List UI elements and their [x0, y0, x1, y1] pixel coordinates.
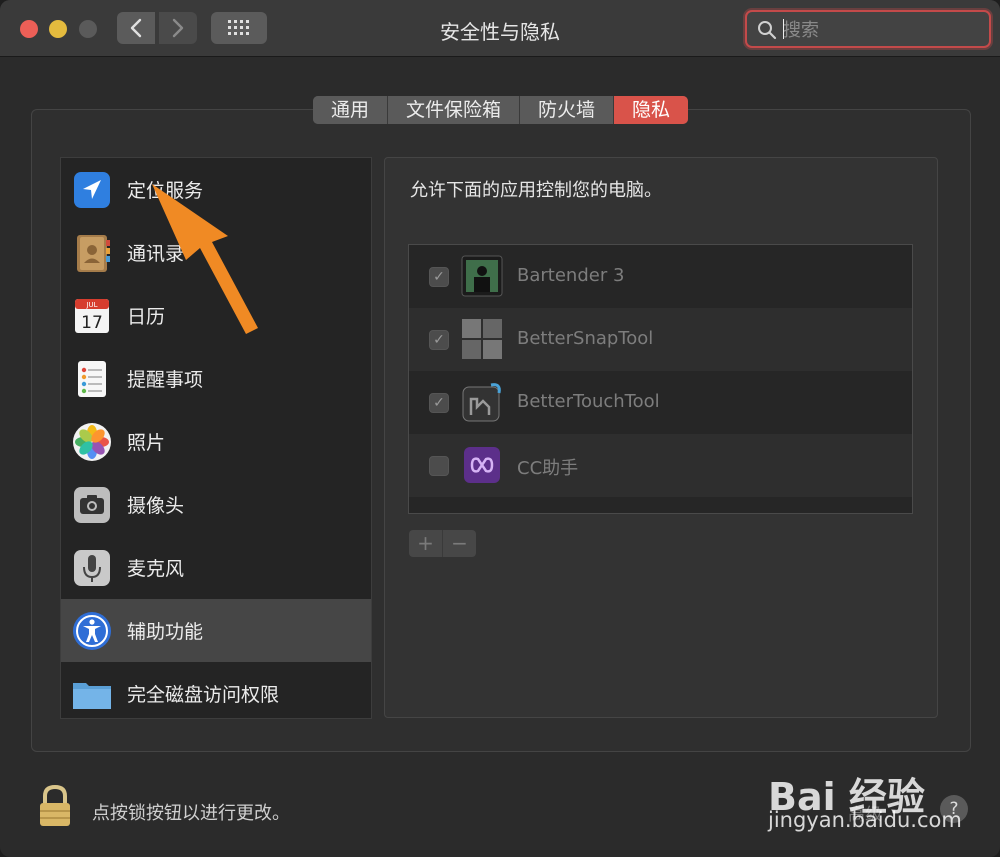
panel-description: 允许下面的应用控制您的电脑。 [410, 180, 662, 201]
sidebar-item-label: 摄像头 [127, 495, 185, 517]
tab-privacy[interactable]: 隐私 [614, 96, 689, 124]
location-arrow-icon [74, 172, 110, 208]
close-window-button[interactable] [20, 20, 38, 38]
tab-firewall[interactable]: 防火墙 [520, 96, 615, 124]
list-item-bettersnaptool[interactable]: ✓ BetterSnapTool [409, 308, 912, 371]
sidebar-item-label: 提醒事项 [127, 369, 204, 391]
app-checkbox[interactable] [429, 456, 449, 476]
show-all-button[interactable] [211, 12, 267, 44]
sidebar-item-label: 辅助功能 [127, 621, 204, 643]
add-remove-buttons: + − [409, 530, 476, 557]
sidebar-item-label: 麦克风 [127, 558, 185, 580]
app-list: ✓ Bartender 3 ✓ BetterSnapTool ✓ BetterT… [408, 244, 913, 514]
remove-app-button[interactable]: − [443, 530, 476, 557]
annotation-arrow-icon [152, 184, 258, 334]
app-checkbox[interactable]: ✓ [429, 267, 449, 287]
app-checkbox[interactable]: ✓ [429, 393, 449, 413]
bettersnaptool-icon [462, 319, 502, 359]
back-button[interactable] [117, 12, 155, 44]
folder-icon [73, 683, 111, 709]
sidebar-item-photos[interactable]: 照片 [61, 410, 371, 473]
list-item-bartender[interactable]: ✓ Bartender 3 [409, 245, 912, 308]
sidebar-item-label: 完全磁盘访问权限 [127, 684, 280, 706]
minimize-window-button[interactable] [49, 20, 67, 38]
sidebar-item-full-disk-access[interactable]: 完全磁盘访问权限 [61, 662, 371, 718]
search-field[interactable] [745, 10, 991, 48]
photos-flower-icon [73, 423, 111, 461]
tab-filevault[interactable]: 文件保险箱 [388, 96, 521, 124]
text-cursor [783, 19, 784, 39]
chevron-right-icon [172, 18, 184, 38]
bettertouchtool-icon [462, 383, 501, 422]
advanced-button[interactable]: 高级 [848, 800, 882, 825]
lock-hint-text: 点按锁按钮以进行更改。 [92, 803, 290, 824]
calendar-icon: JUL 17 [75, 299, 109, 333]
chevron-left-icon [130, 18, 142, 38]
tab-general[interactable]: 通用 [313, 96, 389, 124]
microphone-icon [74, 550, 110, 586]
help-button[interactable]: ? [940, 795, 968, 823]
baidu-jingyan-watermark: Bai 经验 jingyan.baidu.com [768, 748, 1000, 838]
camera-icon [74, 487, 110, 523]
app-name: BetterSnapTool [517, 328, 654, 349]
app-name: Bartender 3 [517, 265, 625, 286]
list-item-cc-helper[interactable]: CC助手 [409, 434, 912, 497]
lock-icon[interactable] [38, 784, 72, 828]
sidebar-item-label: 照片 [127, 432, 166, 454]
sidebar-item-reminders[interactable]: 提醒事项 [61, 347, 371, 410]
title-bar: 安全性与隐私 [0, 0, 1000, 57]
add-app-button[interactable]: + [409, 530, 443, 557]
search-icon [758, 21, 777, 40]
calendar-day-text: 17 [81, 313, 103, 333]
app-name: BetterTouchTool [517, 391, 660, 412]
zoom-window-button[interactable] [79, 20, 97, 38]
accessibility-icon [73, 612, 111, 650]
app-name: CC助手 [517, 458, 579, 479]
tab-bar: 通用 文件保险箱 防火墙 隐私 [313, 96, 689, 124]
grid-icon [228, 20, 249, 35]
search-input[interactable] [781, 16, 980, 44]
sidebar-item-camera[interactable]: 摄像头 [61, 473, 371, 536]
app-checkbox[interactable]: ✓ [429, 330, 449, 350]
calendar-month-text: JUL [85, 301, 97, 309]
forward-button[interactable] [159, 12, 197, 44]
preferences-window: 安全性与隐私 通用 文件保险箱 防火墙 隐私 定位服务 [0, 0, 1000, 857]
watermark-main-text: Bai 经验 [768, 775, 925, 819]
reminders-list-icon [78, 361, 106, 397]
list-item-bettertouchtool[interactable]: ✓ BetterTouchTool [409, 371, 912, 434]
bartender-icon [461, 255, 503, 297]
sidebar-item-accessibility[interactable]: 辅助功能 [61, 599, 371, 662]
cc-helper-icon [464, 447, 500, 483]
sidebar-item-microphone[interactable]: 麦克风 [61, 536, 371, 599]
contacts-book-icon [77, 235, 110, 272]
